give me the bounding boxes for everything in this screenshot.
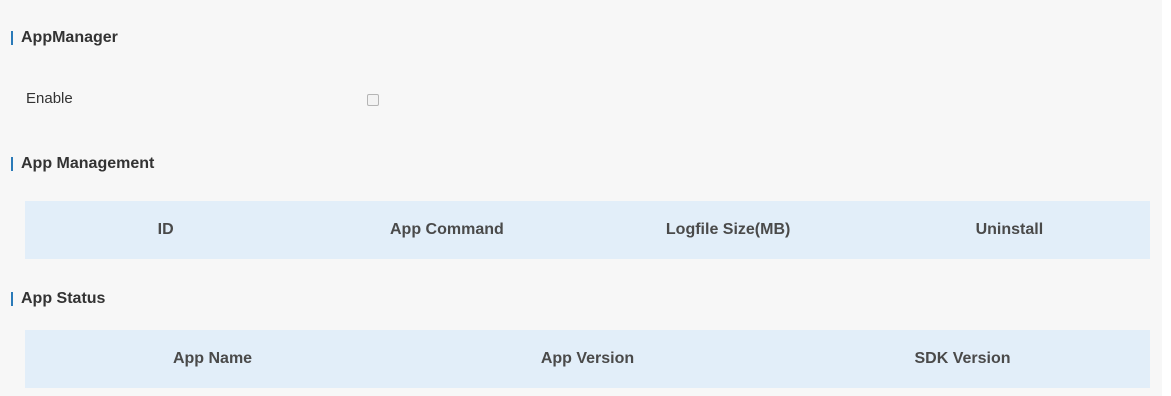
column-header-app-name: App Name (172, 350, 253, 367)
app-management-table-header: ID App Command Logfile Size(MB) Uninstal… (25, 201, 1150, 259)
enable-label: Enable (26, 89, 73, 107)
enable-checkbox[interactable] (367, 94, 379, 106)
column-header-logfile-size: Logfile Size(MB) (665, 221, 791, 238)
column-header-sdk-version: SDK Version (914, 350, 1011, 367)
column-header-app-command: App Command (389, 221, 504, 238)
app-status-title: App Status (21, 290, 106, 307)
app-status-section-title: App Status (11, 290, 106, 307)
column-header-app-version: App Version (540, 350, 635, 367)
appmanager-title: AppManager (21, 29, 118, 46)
section-accent-bar (11, 31, 13, 45)
column-header-uninstall: Uninstall (975, 221, 1044, 238)
column-header-id: ID (157, 221, 174, 238)
app-status-table-header: App Name App Version SDK Version (25, 330, 1150, 388)
app-management-section-title: App Management (11, 155, 155, 172)
appmanager-section-title: AppManager (11, 29, 118, 46)
settings-panel: AppManager Enable App Management ID App … (0, 0, 1162, 396)
section-accent-bar (11, 157, 13, 171)
app-management-title: App Management (21, 155, 155, 172)
section-accent-bar (11, 292, 13, 306)
